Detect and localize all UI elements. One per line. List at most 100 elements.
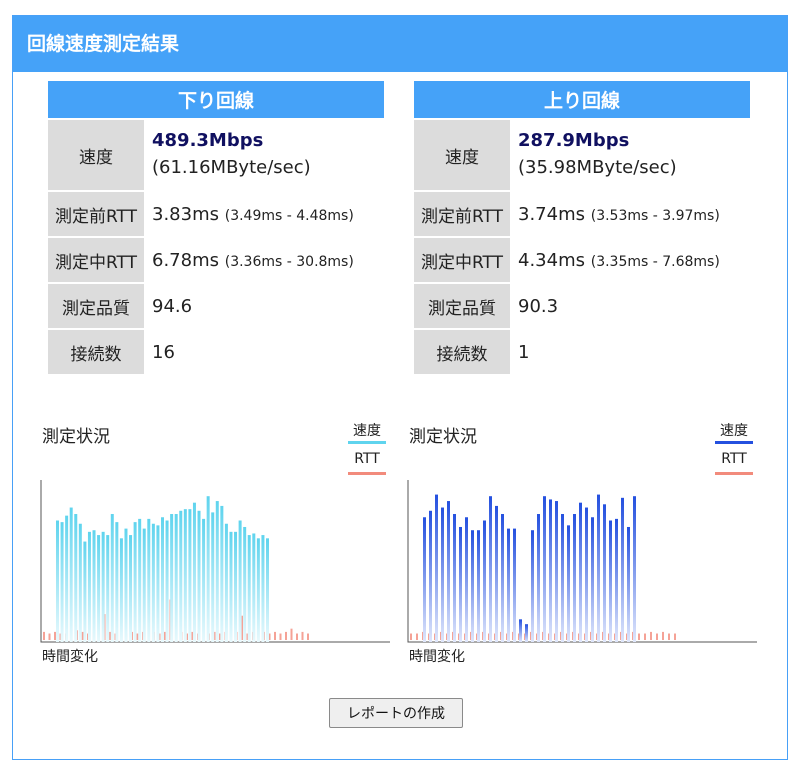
download-speed-bar [151,523,155,642]
download-rtt-bar [43,631,45,640]
download-speed-bar [179,510,183,642]
upload-legend-speed: 速度 [720,423,748,439]
download-rtt-bar [274,631,276,640]
upload-rtt-bar [656,633,658,640]
download-speed-bar [133,522,137,642]
download-speed-bar [266,538,269,642]
download-speed-bar [106,535,110,642]
download-rtt-bar [301,631,304,640]
download-speed-bar [129,535,133,642]
upload-speed-bar [435,494,438,642]
upload-legend-rtt-swatch [715,472,753,475]
upload-speed-bar [537,514,540,642]
download-speed-value: 489.3Mbps [152,130,264,151]
upload-speed-bar [513,528,516,642]
download-speed-bar [215,501,219,642]
download-rtt-bar [54,631,56,640]
download-speed-bar [211,512,215,642]
upload-speed-bar [573,514,576,642]
download-speed-bar [174,514,178,642]
download-speed-bar [92,530,96,642]
download-rtt-before-range: (3.49ms - 4.48ms) [224,207,354,224]
download-rtt-before-cell: 3.83ms (3.49ms - 4.48ms) [146,190,384,236]
upload-result-table: 上り回線 速度 287.9Mbps (35.98MByte/sec) 測定前RT… [414,81,750,374]
download-speed-bar [97,535,101,642]
download-rtt-bar [48,633,51,640]
upload-speed-bar [483,520,486,642]
upload-speed-chart [407,480,757,643]
download-rtt-during-range: (3.36ms - 30.8ms) [224,253,354,270]
upload-rtt-bar [650,631,652,640]
download-speed-bar [234,531,238,642]
upload-speed-bar [561,514,564,642]
upload-speed-bar [465,517,468,642]
upload-speed-bar [567,525,570,642]
upload-rtt-bar [416,633,418,640]
upload-rtt-before-cell: 3.74ms (3.53ms - 3.97ms) [512,190,750,236]
speed-label: 速度 [414,118,512,190]
upload-speed-bar [621,497,624,642]
download-speed-bar [252,533,256,642]
upload-quality-value: 90.3 [512,282,750,328]
download-rtt-bar [279,633,282,640]
upload-speed-bar [627,526,630,642]
rtt-before-label: 測定前RTT [48,190,146,236]
upload-chart-title: 測定状況 [409,427,477,447]
download-speed-bar [115,522,119,642]
download-speed-bytes: (61.16MByte/sec) [152,157,311,178]
upload-speed-bar [525,624,528,642]
upload-speed-bar [501,514,504,642]
upload-speed-bar [423,517,426,642]
upload-speed-bar [609,520,612,642]
create-report-button[interactable]: レポートの作成 [329,698,463,728]
download-speed-bar [206,496,210,642]
download-speed-bar [197,510,201,642]
upload-speed-bar [489,496,492,642]
download-legend-speed-swatch [348,441,386,444]
download-rtt-bar [307,633,309,640]
upload-connections-value: 1 [512,328,750,374]
upload-speed-bar [507,528,510,642]
upload-rtt-during-range: (3.35ms - 7.68ms) [590,253,720,270]
upload-speed-value: 287.9Mbps [518,130,630,151]
download-speed-bar [83,541,87,642]
download-speed-bar [78,523,82,642]
download-rtt-bar [109,631,111,640]
upload-speed-bar [441,507,444,642]
download-speed-bar [256,538,260,642]
download-speed-bar [156,525,160,642]
download-speed-bar [161,517,164,642]
download-rtt-bar [290,628,293,640]
upload-speed-cell: 287.9Mbps (35.98MByte/sec) [512,118,750,190]
download-quality-value: 94.6 [146,282,384,328]
download-speed-bar [243,526,247,642]
upload-rtt-before-value: 3.74ms [518,203,585,225]
download-rtt-bar [296,633,298,640]
upload-speed-bar [447,501,450,642]
download-rtt-during-cell: 6.78ms (3.36ms - 30.8ms) [146,236,384,282]
download-speed-bar [101,531,105,642]
upload-speed-bar [471,530,474,642]
upload-speed-bar [531,530,534,642]
download-speed-bar [220,505,224,642]
download-legend-rtt: RTT [354,451,380,467]
upload-speed-bytes: (35.98MByte/sec) [518,157,677,178]
download-rtt-before-value: 3.83ms [152,203,219,225]
speed-label: 速度 [48,118,146,190]
upload-speed-bar [477,530,480,642]
download-speed-bar [142,528,146,642]
upload-speed-bar [597,494,600,642]
download-speed-bar [165,520,169,642]
download-speed-bar [124,528,128,642]
download-speed-bar [147,518,151,642]
download-speed-bar [238,520,242,642]
upload-rtt-before-range: (3.53ms - 3.97ms) [590,207,720,224]
download-speed-bar [119,538,123,642]
upload-rtt-during-cell: 4.34ms (3.35ms - 7.68ms) [512,236,750,282]
connections-label: 接続数 [48,328,146,374]
upload-rtt-bar [668,633,670,640]
download-result-table: 下り回線 速度 489.3Mbps (61.16MByte/sec) 測定前RT… [48,81,384,374]
upload-rtt-bar [410,633,412,640]
download-speed-bar [261,535,265,642]
upload-speed-bar [591,517,594,642]
